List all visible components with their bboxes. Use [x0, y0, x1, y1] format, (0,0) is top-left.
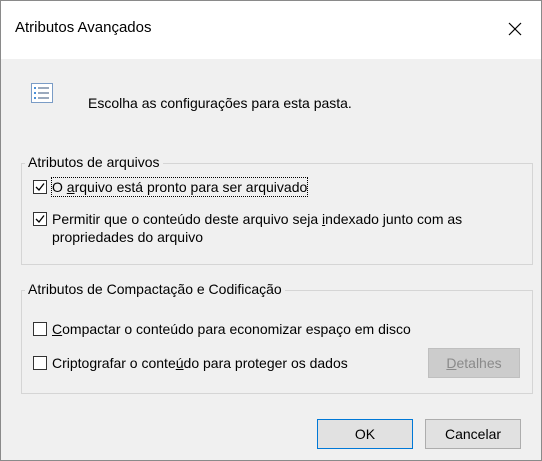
- compress-checkbox[interactable]: [33, 322, 47, 336]
- compress-checkbox-row[interactable]: Compactar o conteúdo para economizar esp…: [33, 320, 411, 338]
- archive-checkbox-row[interactable]: O arquivo está pronto para ser arquivado: [33, 177, 309, 197]
- checkmark-icon: [35, 183, 45, 191]
- file-attributes-group: Atributos de arquivos O arquivo está pro…: [21, 154, 533, 265]
- index-checkbox-row[interactable]: Permitir que o conteúdo deste arquivo se…: [33, 210, 462, 246]
- title-bar: Atributos Avançados: [1, 1, 541, 59]
- close-button[interactable]: [495, 9, 535, 49]
- file-attributes-legend: Atributos de arquivos: [25, 154, 163, 170]
- cancel-button[interactable]: Cancelar: [425, 419, 521, 449]
- compression-encryption-group: Atributos de Compactação e Codificação C…: [21, 281, 533, 394]
- checkmark-icon: [35, 215, 45, 223]
- index-checkbox-label: Permitir que o conteúdo deste arquivo se…: [52, 211, 463, 245]
- encrypt-checkbox-row[interactable]: Criptografar o conteúdo para proteger os…: [33, 354, 348, 372]
- dialog-instruction: Escolha as configurações para esta pasta…: [88, 95, 352, 111]
- ok-button[interactable]: OK: [317, 419, 413, 449]
- archive-checkbox[interactable]: [33, 180, 47, 194]
- index-checkbox[interactable]: [33, 212, 47, 226]
- encrypt-checkbox[interactable]: [33, 356, 47, 370]
- folder-properties-icon: [31, 83, 53, 103]
- encrypt-checkbox-label: Criptografar o conteúdo para proteger os…: [52, 355, 348, 371]
- compression-encryption-legend: Atributos de Compactação e Codificação: [25, 281, 285, 297]
- dialog-title: Atributos Avançados: [15, 19, 152, 36]
- archive-checkbox-label: O arquivo está pronto para ser arquivado: [50, 177, 309, 197]
- close-icon: [508, 22, 522, 36]
- advanced-attributes-dialog: Atributos Avançados Escolha as configura…: [0, 0, 542, 461]
- compress-checkbox-label: Compactar o conteúdo para economizar esp…: [52, 321, 411, 337]
- details-button[interactable]: Detalhes: [428, 348, 520, 378]
